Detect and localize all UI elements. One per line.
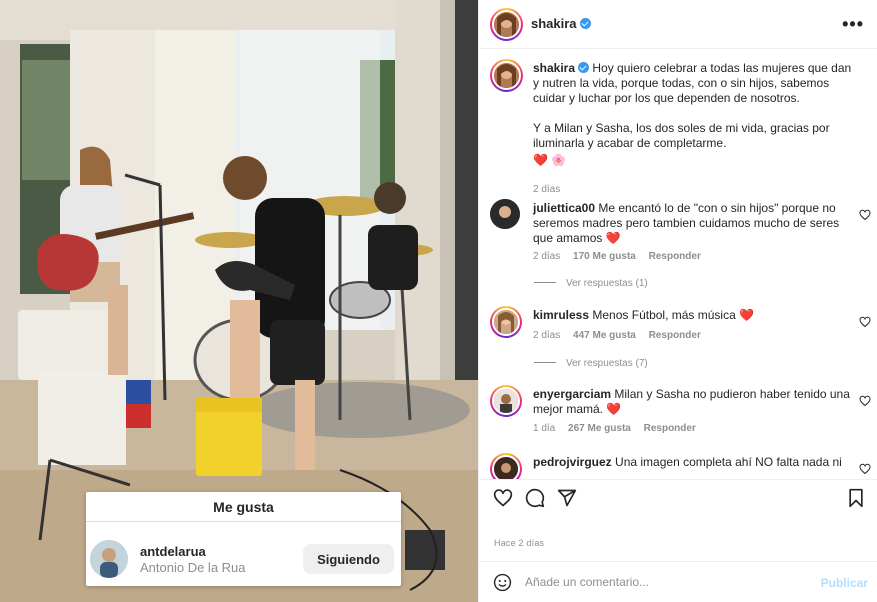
comment-like-icon[interactable]	[859, 463, 871, 475]
caption-emojis: ❤️ 🌸	[533, 153, 567, 167]
comment-username[interactable]: pedrojvirguez	[533, 455, 612, 469]
comment-time: 1 día	[533, 423, 556, 434]
comment-text: juliettica00 Me encantó lo de "con o sin…	[533, 201, 851, 246]
comment-meta: 2 días 447 Me gusta Responder	[533, 330, 711, 341]
view-replies-button[interactable]: Ver respuestas (1)	[534, 278, 648, 289]
comment-icon[interactable]	[525, 488, 545, 508]
emoji-icon[interactable]	[493, 573, 512, 592]
post-photo[interactable]: Me gusta antdelarua Antonio De la Rua Si…	[0, 0, 478, 602]
comment-username[interactable]: enyergarciam	[533, 387, 611, 401]
comment-like-icon[interactable]	[859, 395, 871, 407]
comment-likes[interactable]: 170 Me gusta	[573, 251, 636, 262]
verified-icon	[578, 62, 590, 73]
post-date: Hace 2 días	[494, 538, 545, 548]
comment-like-icon[interactable]	[859, 316, 871, 328]
likes-popup: Me gusta antdelarua Antonio De la Rua Si…	[86, 492, 401, 586]
liker-avatar[interactable]	[90, 540, 128, 578]
bookmark-icon[interactable]	[846, 488, 866, 508]
post-actions	[479, 479, 877, 515]
comment-like-icon[interactable]	[859, 209, 871, 221]
following-button[interactable]: Siguiendo	[303, 544, 394, 574]
commenter-avatar[interactable]	[490, 453, 522, 479]
liker-username[interactable]: antdelarua	[140, 544, 206, 559]
caption-text: shakira Hoy quiero celebrar a todas las …	[533, 61, 855, 197]
share-icon[interactable]	[557, 488, 577, 508]
author-username-text[interactable]: shakira	[531, 16, 577, 31]
post-side-panel: shakira ••• shakira Hoy quiero celebrar …	[478, 0, 877, 602]
comment-text: pedrojvirguez Una imagen completa ahí NO…	[533, 455, 851, 470]
comment-body: Una imagen completa ahí NO falta nada ni	[615, 455, 842, 469]
author-username[interactable]: shakira	[531, 16, 591, 31]
comment-text: enyergarciam Milan y Sasha no pudieron h…	[533, 387, 851, 417]
comment-username[interactable]: kimruless	[533, 308, 589, 322]
comment-username[interactable]: juliettica00	[533, 201, 595, 215]
reply-button[interactable]: Responder	[649, 251, 701, 262]
commenter-avatar[interactable]	[490, 199, 520, 229]
comment-body: Menos Fútbol, más música	[592, 308, 736, 322]
caption-username[interactable]: shakira	[533, 61, 575, 75]
add-comment-bar: Publicar	[479, 561, 877, 602]
liker-full-name: Antonio De la Rua	[140, 560, 246, 575]
post-header: shakira •••	[479, 0, 877, 49]
comment-emoji: ❤️	[606, 402, 622, 416]
publish-button[interactable]: Publicar	[821, 576, 868, 590]
verified-icon	[579, 18, 591, 29]
comment-meta: 1 día 267 Me gusta Responder	[533, 423, 706, 434]
comment-time: 2 días	[533, 251, 561, 262]
commenter-avatar[interactable]	[490, 385, 522, 417]
comment-time: 2 días	[533, 330, 561, 341]
reply-button[interactable]: Responder	[644, 423, 696, 434]
likes-popup-title: Me gusta	[86, 492, 401, 522]
comment-input[interactable]	[525, 573, 795, 591]
view-replies-button[interactable]: Ver respuestas (7)	[534, 358, 648, 369]
comment-likes[interactable]: 267 Me gusta	[568, 423, 631, 434]
heart-icon[interactable]	[493, 488, 513, 508]
comment-likes[interactable]: 447 Me gusta	[573, 330, 636, 341]
comment-emoji: ❤️	[739, 308, 755, 322]
caption-time: 2 días	[533, 184, 561, 195]
comments-section[interactable]: shakira Hoy quiero celebrar a todas las …	[479, 49, 877, 479]
more-options-icon[interactable]: •••	[842, 14, 864, 35]
comment-text: kimruless Menos Fútbol, más música ❤️	[533, 308, 851, 323]
liker-row[interactable]: antdelarua Antonio De la Rua Siguiendo	[90, 538, 398, 578]
comment-meta: 2 días 170 Me gusta Responder	[533, 251, 711, 262]
reply-button[interactable]: Responder	[649, 330, 701, 341]
caption-avatar[interactable]	[490, 59, 523, 92]
commenter-avatar[interactable]	[490, 306, 522, 338]
comment-emoji: ❤️	[605, 231, 621, 245]
author-avatar[interactable]	[490, 8, 523, 41]
caption-paragraph-2: Y a Milan y Sasha, los dos soles de mi v…	[533, 121, 830, 150]
